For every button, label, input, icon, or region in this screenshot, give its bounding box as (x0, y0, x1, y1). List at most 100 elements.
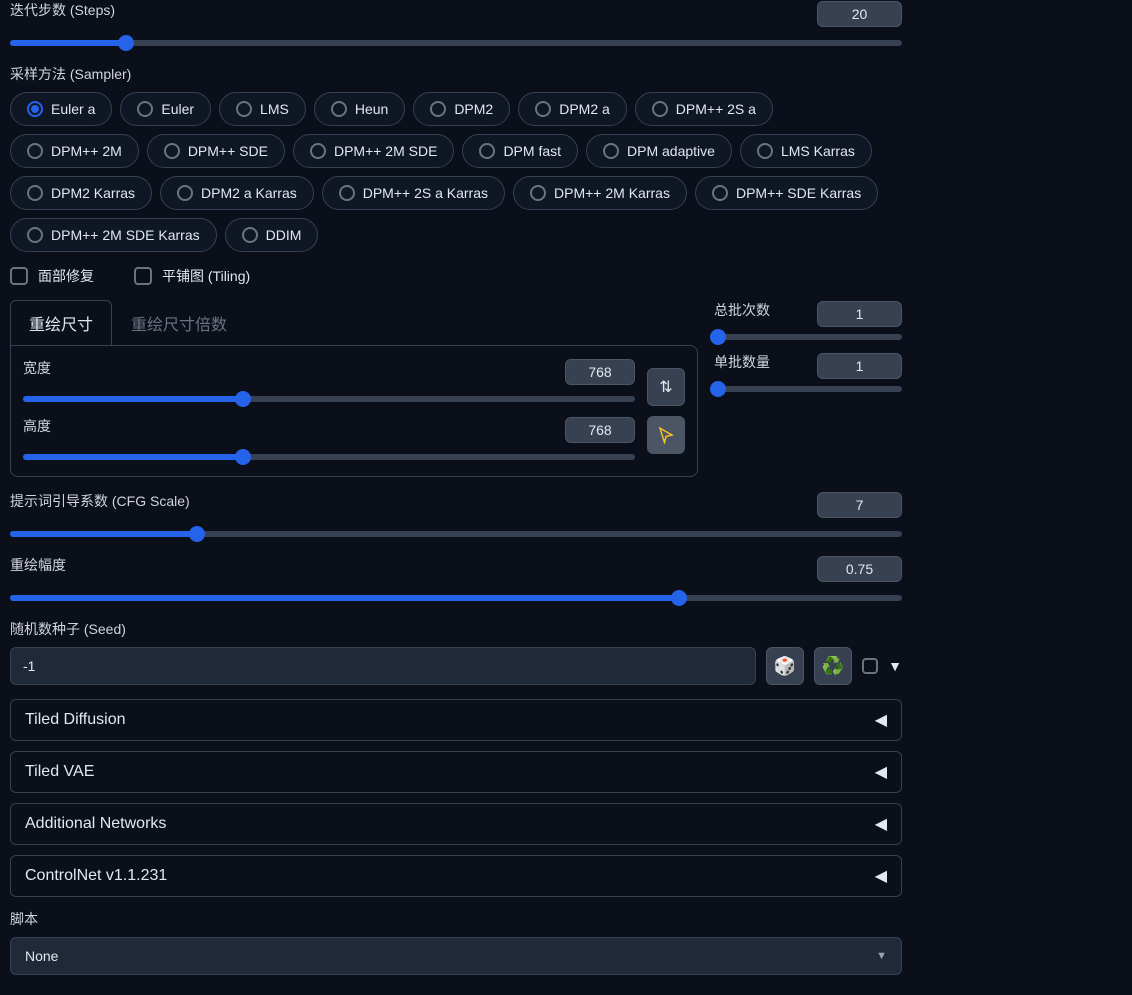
width-slider[interactable] (23, 396, 635, 402)
batch-size-label: 单批数量 (714, 352, 770, 372)
batch-size-slider[interactable] (714, 386, 902, 392)
radio-dot-icon (27, 185, 43, 201)
sampler-option-17[interactable]: DPM++ SDE Karras (695, 176, 878, 210)
face-restore-checkbox[interactable]: 面部修复 (10, 266, 94, 286)
sampler-option-9[interactable]: DPM++ 2M SDE (293, 134, 454, 168)
sampler-option-2[interactable]: LMS (219, 92, 306, 126)
sampler-option-label: DPM++ 2S a Karras (363, 185, 488, 201)
sampler-option-label: DPM2 a (559, 101, 610, 117)
sampler-option-0[interactable]: Euler a (10, 92, 112, 126)
steps-value[interactable]: 20 (817, 1, 902, 27)
accordion-0[interactable]: Tiled Diffusion ◀ (10, 699, 902, 741)
accordion-title: ControlNet v1.1.231 (25, 867, 167, 885)
sampler-option-label: Heun (355, 101, 388, 117)
height-label: 高度 (23, 416, 63, 436)
script-value: None (25, 948, 58, 964)
denoise-slider[interactable] (10, 595, 902, 601)
seed-input[interactable] (10, 647, 756, 685)
sampler-option-label: DPM2 Karras (51, 185, 135, 201)
seed-expand-icon[interactable]: ▼ (888, 658, 902, 674)
sampler-option-label: DPM++ 2M SDE Karras (51, 227, 200, 243)
swap-icon: ⇅ (659, 377, 672, 397)
sampler-option-4[interactable]: DPM2 (413, 92, 510, 126)
sampler-option-8[interactable]: DPM++ SDE (147, 134, 285, 168)
radio-dot-icon (479, 143, 495, 159)
cfg-value[interactable]: 7 (817, 492, 902, 518)
sampler-option-10[interactable]: DPM fast (462, 134, 578, 168)
chevron-left-icon: ◀ (875, 762, 887, 782)
accordion-title: Tiled VAE (25, 763, 94, 781)
chevron-left-icon: ◀ (875, 866, 887, 886)
script-label: 脚本 (10, 909, 902, 929)
sampler-option-label: LMS (260, 101, 289, 117)
cfg-slider[interactable] (10, 531, 902, 537)
radio-dot-icon (339, 185, 355, 201)
batch-count-label: 总批次数 (714, 300, 770, 320)
width-label: 宽度 (23, 358, 63, 378)
sampler-option-15[interactable]: DPM++ 2S a Karras (322, 176, 505, 210)
accordion-title: Additional Networks (25, 815, 166, 833)
batch-size-value[interactable]: 1 (817, 353, 902, 379)
tiling-checkbox[interactable]: 平铺图 (Tiling) (134, 266, 250, 286)
radio-dot-icon (652, 101, 668, 117)
sampler-option-6[interactable]: DPM++ 2S a (635, 92, 773, 126)
sampler-option-12[interactable]: LMS Karras (740, 134, 872, 168)
sampler-option-19[interactable]: DDIM (225, 218, 319, 252)
seed-extra-checkbox[interactable] (862, 658, 878, 674)
sampler-option-18[interactable]: DPM++ 2M SDE Karras (10, 218, 217, 252)
radio-dot-icon (310, 143, 326, 159)
radio-dot-icon (535, 101, 551, 117)
height-value[interactable]: 768 (565, 417, 635, 443)
sampler-label: 采样方法 (Sampler) (10, 64, 902, 84)
accordion-title: Tiled Diffusion (25, 711, 126, 729)
radio-dot-icon (27, 101, 43, 117)
radio-dot-icon (757, 143, 773, 159)
chevron-left-icon: ◀ (875, 710, 887, 730)
sampler-option-3[interactable]: Heun (314, 92, 405, 126)
cursor-icon (657, 426, 675, 444)
sampler-option-11[interactable]: DPM adaptive (586, 134, 732, 168)
radio-dot-icon (430, 101, 446, 117)
sampler-option-13[interactable]: DPM2 Karras (10, 176, 152, 210)
sampler-option-label: DPM++ SDE (188, 143, 268, 159)
tab-resize-by[interactable]: 重绘尺寸倍数 (112, 300, 246, 345)
seed-label: 随机数种子 (Seed) (10, 619, 902, 639)
sampler-option-label: DPM++ SDE Karras (736, 185, 861, 201)
sampler-option-label: DPM++ 2M Karras (554, 185, 670, 201)
recycle-icon: ♻️ (822, 656, 844, 677)
radio-dot-icon (331, 101, 347, 117)
batch-count-value[interactable]: 1 (817, 301, 902, 327)
sampler-option-5[interactable]: DPM2 a (518, 92, 627, 126)
tab-resize[interactable]: 重绘尺寸 (10, 300, 112, 345)
sampler-option-label: DPM++ 2S a (676, 101, 756, 117)
steps-slider[interactable] (10, 40, 902, 46)
sampler-option-label: DDIM (266, 227, 302, 243)
accordion-1[interactable]: Tiled VAE ◀ (10, 751, 902, 793)
dice-icon: 🎲 (774, 656, 796, 677)
sampler-option-14[interactable]: DPM2 a Karras (160, 176, 314, 210)
sampler-option-16[interactable]: DPM++ 2M Karras (513, 176, 687, 210)
sampler-option-label: Euler (161, 101, 194, 117)
sampler-option-label: DPM fast (503, 143, 561, 159)
height-slider[interactable] (23, 454, 635, 460)
radio-dot-icon (27, 227, 43, 243)
denoise-value[interactable]: 0.75 (817, 556, 902, 582)
reuse-seed-button[interactable]: ♻️ (814, 647, 852, 685)
batch-count-slider[interactable] (714, 334, 902, 340)
random-seed-button[interactable]: 🎲 (766, 647, 804, 685)
accordion-3[interactable]: ControlNet v1.1.231 ◀ (10, 855, 902, 897)
radio-dot-icon (530, 185, 546, 201)
radio-dot-icon (603, 143, 619, 159)
swap-dimensions-button[interactable]: ⇅ (647, 368, 685, 406)
accordion-2[interactable]: Additional Networks◀ (10, 803, 902, 845)
sampler-option-label: DPM2 a Karras (201, 185, 297, 201)
sampler-option-label: LMS Karras (781, 143, 855, 159)
triangle-tool-button[interactable] (647, 416, 685, 454)
radio-dot-icon (242, 227, 258, 243)
width-value[interactable]: 768 (565, 359, 635, 385)
cfg-label: 提示词引导系数 (CFG Scale) (10, 491, 190, 511)
sampler-option-1[interactable]: Euler (120, 92, 211, 126)
sampler-option-7[interactable]: DPM++ 2M (10, 134, 139, 168)
script-select[interactable]: None ▼ (10, 937, 902, 975)
radio-dot-icon (236, 101, 252, 117)
